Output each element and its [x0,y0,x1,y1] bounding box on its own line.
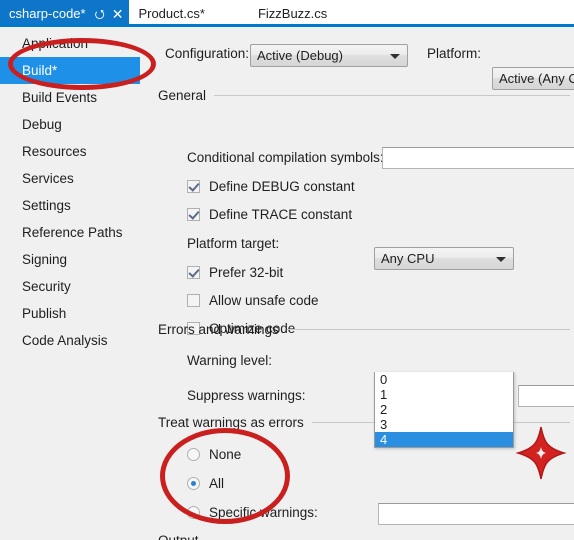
prefer-32bit-checkbox-row[interactable]: Prefer 32-bit [187,265,283,280]
treat-warnings-label: Treat warnings as errors [158,415,304,430]
output-group-header: Output [158,533,570,540]
sidebar-item-application[interactable]: Application [0,30,152,57]
errors-warnings-label: Errors and warnings [158,322,279,337]
tab-label: FizzBuzz.cs [257,6,328,21]
treat-warnings-all-radio-row[interactable]: All [187,476,224,491]
warning-level-row: Warning level: [187,353,272,368]
configuration-value: Active (Debug) [257,48,343,63]
output-label: Output [158,533,207,540]
specific-warnings-input[interactable] [378,503,574,525]
define-debug-label: Define DEBUG constant [209,179,355,194]
warning-level-label: Warning level: [187,353,273,368]
define-debug-checkbox-row[interactable]: Define DEBUG constant [187,179,355,194]
platform-target-label: Platform target: [187,236,280,251]
allow-unsafe-label: Allow unsafe code [209,293,319,308]
warning-level-option-1[interactable]: 1 [375,387,513,402]
sidebar-item-code-analysis[interactable]: Code Analysis [0,327,152,354]
checkbox-icon[interactable] [187,266,200,279]
close-icon[interactable]: ✕ [112,7,124,21]
platform-dropdown[interactable]: Active (Any CP [492,67,574,90]
platform-target-row: Platform target: [187,236,279,251]
define-trace-label: Define TRACE constant [209,207,353,222]
radio-icon[interactable] [187,448,200,461]
treat-warnings-all-label: All [209,476,225,491]
tab-gap [213,0,249,27]
allow-unsafe-checkbox-row[interactable]: Allow unsafe code [187,293,319,308]
warning-level-option-4[interactable]: 4 [375,432,513,447]
radio-icon[interactable] [187,506,200,519]
suppress-warnings-row: Suppress warnings: [187,388,306,403]
warning-level-option-list[interactable]: 0 1 2 3 4 [374,372,514,448]
project-properties-window: csharp-code* ⭯ ✕ Product.cs* FizzBuzz.cs… [0,0,574,540]
platform-label: Platform: [427,46,482,61]
radio-icon[interactable] [187,477,200,490]
define-trace-checkbox-row[interactable]: Define TRACE constant [187,207,352,222]
general-group-header: General [158,88,570,103]
treat-warnings-none-radio-row[interactable]: None [187,447,241,462]
tab-fizzbuzz-cs[interactable]: FizzBuzz.cs [248,0,336,27]
group-divider [286,329,570,330]
sidebar-item-reference-paths[interactable]: Reference Paths [0,219,152,246]
suppress-warnings-label: Suppress warnings: [187,388,306,403]
suppress-warnings-input[interactable] [518,385,574,407]
sidebar-item-services[interactable]: Services [0,165,152,192]
treat-warnings-none-label: None [209,447,242,462]
tab-label: csharp-code* [9,6,86,21]
tab-csharp-code[interactable]: csharp-code* ⭯ ✕ [0,0,130,27]
sidebar-item-build[interactable]: Build* [0,57,140,84]
sidebar-item-resources[interactable]: Resources [0,138,152,165]
sidebar-item-publish[interactable]: Publish [0,300,152,327]
platform-target-dropdown[interactable]: Any CPU [374,247,514,270]
chevron-down-icon [496,256,506,262]
chevron-down-icon [390,53,400,59]
configuration-dropdown[interactable]: Active (Debug) [250,44,408,67]
conditional-symbols-label: Conditional compilation symbols: [187,150,384,165]
sidebar-item-settings[interactable]: Settings [0,192,152,219]
platform-value: Active (Any CP [499,71,574,86]
editor-tab-bar: csharp-code* ⭯ ✕ Product.cs* FizzBuzz.cs [0,0,574,27]
general-label: General [158,88,207,103]
warning-level-option-3[interactable]: 3 [375,417,513,432]
build-properties-pane: Configuration: Active (Debug) Platform: … [152,30,574,540]
errors-warnings-group-header: Errors and warnings [158,322,570,337]
platform-row: Platform: [427,46,481,61]
pin-icon[interactable]: ⭯ [95,8,105,20]
platform-target-value: Any CPU [381,251,435,266]
treat-warnings-specific-radio-row[interactable]: Specific warnings: [187,505,318,520]
conditional-symbols-input[interactable] [382,147,574,169]
group-divider [214,95,570,96]
conditional-symbols-row: Conditional compilation symbols: [187,150,384,165]
tab-icon-group: ⭯ ✕ [95,7,124,21]
sidebar-item-security[interactable]: Security [0,273,152,300]
warning-level-option-0[interactable]: 0 [375,372,513,387]
configuration-label: Configuration: [165,46,250,61]
sidebar-item-signing[interactable]: Signing [0,246,152,273]
tab-product-cs[interactable]: Product.cs* [129,0,213,27]
checkbox-icon[interactable] [187,180,200,193]
treat-warnings-specific-label: Specific warnings: [209,505,318,520]
tab-label: Product.cs* [138,6,205,21]
configuration-row: Configuration: [165,46,249,61]
warning-level-option-2[interactable]: 2 [375,402,513,417]
checkbox-icon[interactable] [187,208,200,221]
prefer-32bit-label: Prefer 32-bit [209,265,284,280]
checkbox-icon[interactable] [187,294,200,307]
sidebar-item-debug[interactable]: Debug [0,111,152,138]
properties-sidebar: Application Build* Build Events Debug Re… [0,30,152,540]
sidebar-item-build-events[interactable]: Build Events [0,84,152,111]
